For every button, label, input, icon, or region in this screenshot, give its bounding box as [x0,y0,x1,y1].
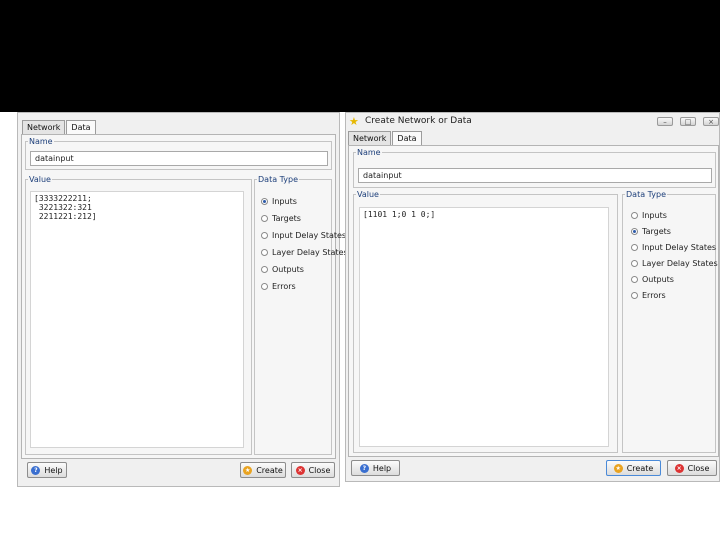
radio-dot [631,276,638,283]
radio-dot [261,215,268,222]
create-icon: ★ [243,465,253,475]
radio-dot [261,249,268,256]
radio-errors[interactable]: Errors [631,291,666,300]
radio-layer-delay-states[interactable]: Layer Delay States [261,248,348,257]
close-button[interactable]: × Close [291,462,335,478]
help-button[interactable]: ? Help [27,462,67,478]
help-button[interactable]: ? Help [351,460,400,476]
black-header-band [0,0,720,112]
close-button[interactable]: × Close [667,460,717,476]
value-label: Value [357,190,379,199]
radio-targets[interactable]: Targets [261,214,301,223]
radio-targets[interactable]: Targets [631,227,671,236]
help-icon: ? [31,465,41,475]
value-textarea[interactable]: [3333222211; 3221322:321 2211221:212] [30,191,244,448]
data-panel: Name datainput Value [1101 1;0 1 0;] Dat… [348,145,719,457]
data-panel: Name datainput Value [3333222211; 322132… [21,134,348,459]
create-icon: ★ [613,463,623,473]
name-input[interactable]: datainput [358,168,712,183]
window-title: Create Network or Data [365,116,472,126]
close-icon: × [295,465,305,475]
title-bar: ★ Create Network or Data – □ × [346,113,719,131]
name-input[interactable]: datainput [30,151,328,166]
data-type-label: Data Type [626,190,667,199]
radio-layer-delay-states[interactable]: Layer Delay States [631,259,718,268]
radio-errors[interactable]: Errors [261,282,296,291]
create-button[interactable]: ★ Create [240,462,286,478]
radio-dot [631,212,638,219]
radio-input-delay-states[interactable]: Input Delay States [261,231,346,240]
radio-dot [261,232,268,239]
name-label: Name [29,137,53,146]
radio-outputs[interactable]: Outputs [631,275,674,284]
name-label: Name [357,148,381,157]
minimize-button[interactable]: – [657,117,673,126]
right-create-dialog: ★ Create Network or Data – □ × Network D… [345,112,720,482]
value-label: Value [29,175,51,184]
data-type-label: Data Type [258,175,299,184]
star-icon: ★ [349,115,359,128]
window-close-button[interactable]: × [703,117,719,126]
left-create-dialog: Network Data Name datainput Value [33332… [17,112,348,487]
close-icon: × [674,463,684,473]
radio-dot [261,283,268,290]
create-button[interactable]: ★ Create [606,460,661,476]
radio-dot [631,292,638,299]
radio-dot [631,228,638,235]
radio-dot [631,260,638,267]
radio-inputs[interactable]: Inputs [631,211,667,220]
radio-dot [631,244,638,251]
maximize-button[interactable]: □ [680,117,696,126]
radio-outputs[interactable]: Outputs [261,265,304,274]
radio-inputs[interactable]: Inputs [261,197,297,206]
radio-input-delay-states[interactable]: Input Delay States [631,243,716,252]
value-textarea[interactable]: [1101 1;0 1 0;] [359,207,609,447]
help-icon: ? [359,463,369,473]
radio-dot [261,198,268,205]
radio-dot [261,266,268,273]
